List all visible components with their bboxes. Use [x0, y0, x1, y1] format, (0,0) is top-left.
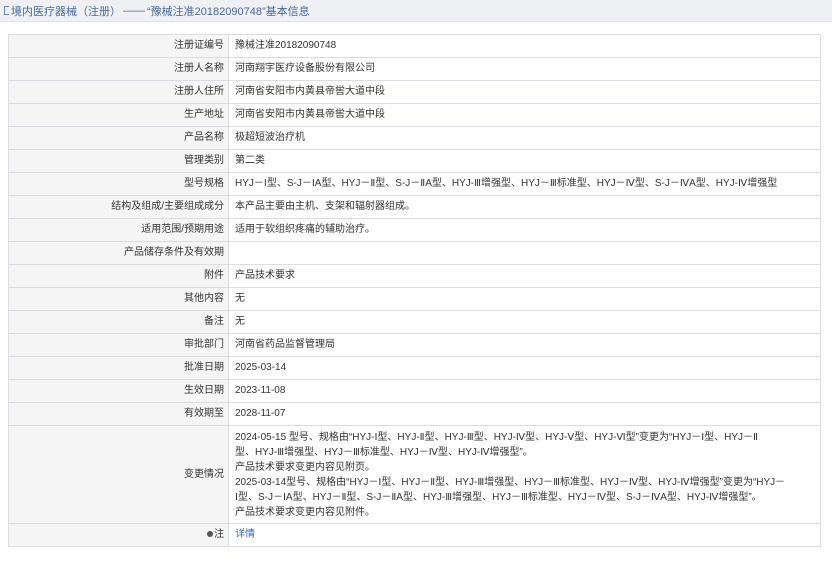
field-value: 适用于软组织疼痛的辅助治疗。	[228, 218, 821, 242]
field-value: 河南省安阳市内黄县帝喾大道中段	[228, 80, 821, 104]
field-value: 2028-11-07	[228, 402, 821, 426]
field-value: HYJ－Ⅰ型、S-J－ⅠA型、HYJ－Ⅱ型、S-J－ⅡA型、HYJ-Ⅲ增强型、H…	[228, 172, 821, 196]
field-label: 管理类别	[8, 149, 229, 173]
field-label: 注册人住所	[8, 80, 229, 104]
field-label: 注册证编号	[8, 34, 229, 58]
field-value: 极超短波治疗机	[228, 126, 821, 150]
table-row: 有效期至 2028-11-07	[8, 402, 821, 426]
field-label: 有效期至	[8, 402, 229, 426]
change-line: 2025-03-14型号、规格由“HYJ－Ⅰ型、HYJ－Ⅱ型、HYJ-Ⅲ增强型、…	[235, 476, 786, 488]
field-value: 2025-03-14	[228, 356, 821, 380]
table-row: 生产地址 河南省安阳市内黄县帝喾大道中段	[8, 103, 821, 127]
table-row: 审批部门 河南省药品监督管理局	[8, 333, 821, 357]
table-row: 注册人住所 河南省安阳市内黄县帝喾大道中段	[8, 80, 821, 104]
field-label: 其他内容	[8, 287, 229, 311]
field-value-note: 详情	[228, 523, 821, 547]
field-value: 产品技术要求	[228, 264, 821, 288]
field-label: 备注	[8, 310, 229, 334]
field-label: 生产地址	[8, 103, 229, 127]
field-value	[228, 241, 821, 265]
breadcrumb-separator: ——	[123, 4, 145, 17]
table-row: 备注无	[8, 310, 821, 334]
field-label: 型号规格	[8, 172, 229, 196]
table-row: 其他内容无	[8, 287, 821, 311]
table-row: 注册证编号 豫械注准20182090748	[8, 34, 821, 58]
field-label: 生效日期	[8, 379, 229, 403]
field-value: 本产品主要由主机、支架和辐射器组成。	[228, 195, 821, 219]
change-line: 产品技术要求变更内容见附件。	[235, 506, 375, 518]
change-line: Ⅰ型、S-J－ⅠA型、HYJ－Ⅱ型、S-J－ⅡA型、HYJ-Ⅲ增强型、HYJ－Ⅲ…	[235, 491, 762, 503]
table-row: 适用范围/预期用途 适用于软组织疼痛的辅助治疗。	[8, 218, 821, 242]
details-link[interactable]: 详情	[235, 529, 255, 540]
bracket-icon	[4, 6, 9, 15]
field-value: 河南省药品监督管理局	[228, 333, 821, 357]
field-label: 注册人名称	[8, 57, 229, 81]
field-value: 2023-11-08	[228, 379, 821, 403]
field-label: 变更情况	[8, 425, 229, 524]
field-value: 河南翔宇医疗设备股份有限公司	[228, 57, 821, 81]
table-row: 产品储存条件及有效期	[8, 241, 821, 265]
breadcrumb-title: “豫械注准20182090748”基本信息	[147, 5, 310, 18]
table-row: 型号规格 HYJ－Ⅰ型、S-J－ⅠA型、HYJ－Ⅱ型、S-J－ⅡA型、HYJ-Ⅲ增…	[8, 172, 821, 196]
field-label: 产品名称	[8, 126, 229, 150]
field-label: 附件	[8, 264, 229, 288]
table-row: 批准日期 2025-03-14	[8, 356, 821, 380]
field-value: 河南省安阳市内黄县帝喾大道中段	[228, 103, 821, 127]
table-row: 产品名称 极超短波治疗机	[8, 126, 821, 150]
change-line: 型、HYJ-Ⅲ增强型、HYJ－Ⅲ标准型、HYJ－Ⅳ型、HYJ-Ⅳ增强型”。	[235, 446, 533, 458]
table-row-note: 注 详情	[8, 523, 821, 547]
info-dot-icon	[207, 531, 213, 538]
note-label: 注	[214, 529, 224, 540]
field-value: 无	[228, 287, 821, 311]
breadcrumb-section[interactable]: 境内医疗器械（注册）	[11, 3, 121, 19]
field-label-note: 注	[8, 523, 229, 547]
field-label: 批准日期	[8, 356, 229, 380]
table-row: 管理类别 第二类	[8, 149, 821, 173]
table-row: 注册人名称 河南翔宇医疗设备股份有限公司	[8, 57, 821, 81]
breadcrumb: 境内医疗器械（注册） —— “豫械注准20182090748”基本信息	[0, 0, 832, 22]
table-row-changes: 变更情况 2024-05-15 型号、规格由“HYJ-Ⅰ型、HYJ-Ⅱ型、HYJ…	[8, 425, 821, 524]
field-value: 豫械注准20182090748	[228, 34, 821, 58]
field-label: 适用范围/预期用途	[8, 218, 229, 242]
field-label: 结构及组成/主要组成成分	[8, 195, 229, 219]
table-row: 结构及组成/主要组成成分 本产品主要由主机、支架和辐射器组成。	[8, 195, 821, 219]
field-label: 审批部门	[8, 333, 229, 357]
table-row: 生效日期 2023-11-08	[8, 379, 821, 403]
change-line: 产品技术要求变更内容见附页。	[235, 461, 375, 473]
device-registration-page: 境内医疗器械（注册） —— “豫械注准20182090748”基本信息 注册证编…	[0, 0, 832, 578]
change-line: 2024-05-15 型号、规格由“HYJ-Ⅰ型、HYJ-Ⅱ型、HYJ-Ⅲ型、H…	[235, 431, 758, 443]
registration-info-table: 注册证编号 豫械注准20182090748 注册人名称 河南翔宇医疗设备股份有限公司注…	[8, 34, 821, 547]
field-value: 无	[228, 310, 821, 334]
field-value: 第二类	[228, 149, 821, 173]
table-row: 附件 产品技术要求	[8, 264, 821, 288]
field-value-changes: 2024-05-15 型号、规格由“HYJ-Ⅰ型、HYJ-Ⅱ型、HYJ-Ⅲ型、H…	[228, 425, 821, 524]
field-label: 产品储存条件及有效期	[8, 241, 229, 265]
